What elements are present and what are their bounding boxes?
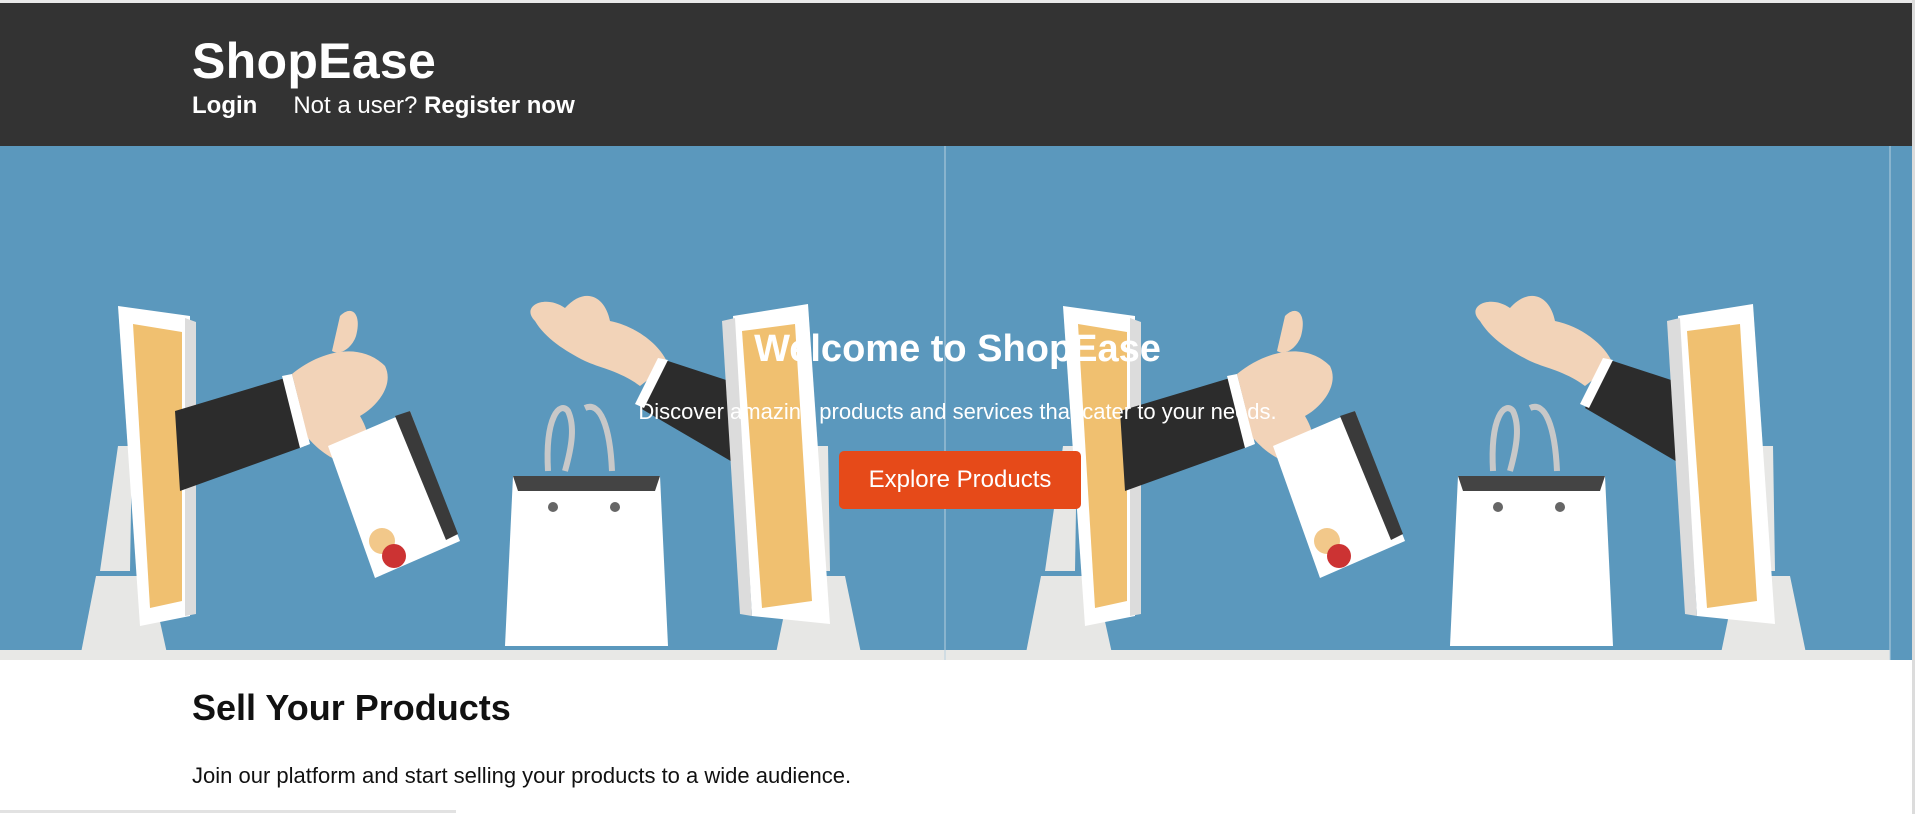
sell-section-text: Join our platform and start selling your… [192, 763, 852, 788]
hero-banner: Welcome to ShopEase Discover amazing pro… [0, 146, 1915, 660]
register-link[interactable]: Register now [424, 92, 575, 119]
sell-section-title: Sell Your Products [192, 687, 511, 728]
register-prompt: Not a user? [293, 92, 418, 119]
explore-products-button[interactable]: Explore Products [839, 451, 1081, 509]
site-header: ShopEase Login Not a user? Register now [0, 0, 1915, 146]
login-link[interactable]: Login [192, 92, 257, 119]
brand-logo[interactable]: ShopEase [192, 33, 436, 89]
hero-title: Welcome to ShopEase [754, 328, 1161, 370]
divider [0, 810, 456, 813]
auth-links: Login Not a user? Register now [192, 91, 575, 121]
hero-subtitle: Discover amazing products and services t… [638, 399, 1277, 424]
